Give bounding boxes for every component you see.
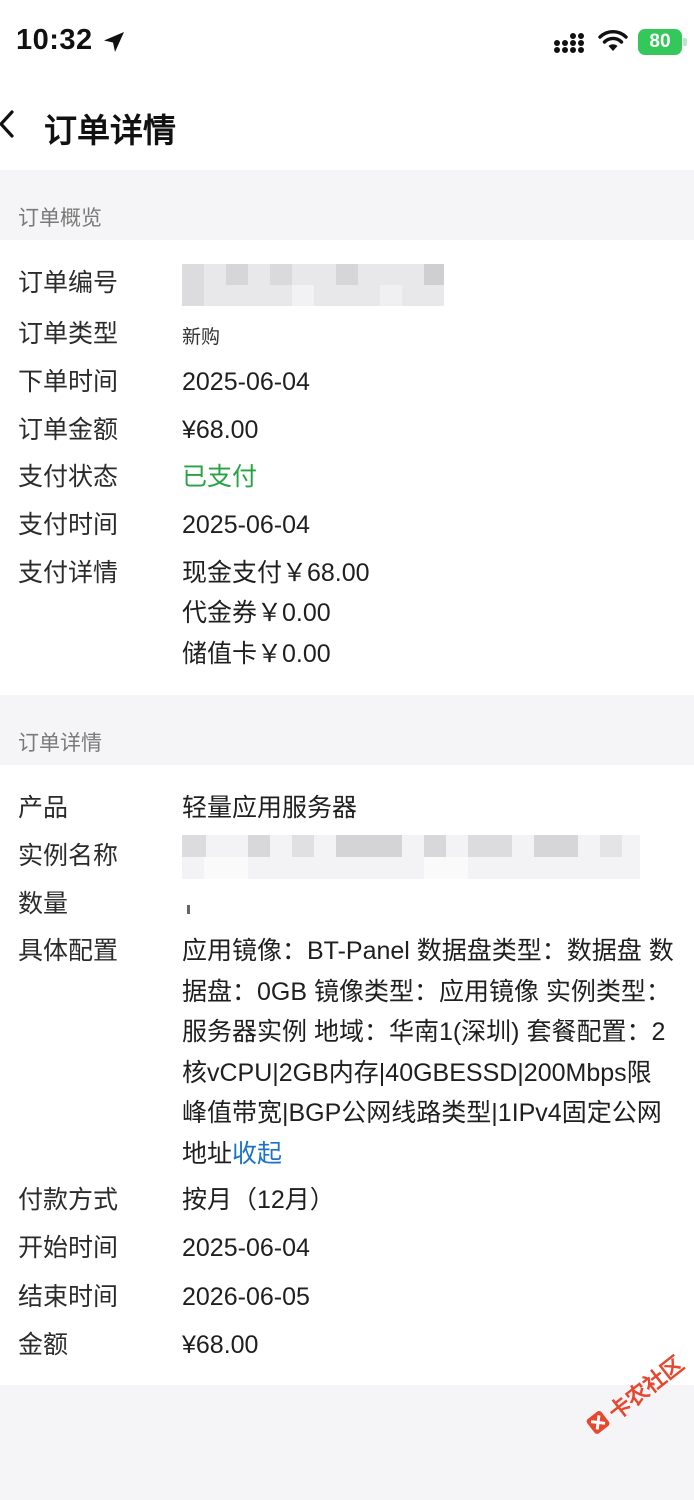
config-label: 具体配置 bbox=[18, 937, 119, 965]
quantity-label: 数量 bbox=[18, 890, 69, 918]
billing-method-value: 按月（12月） bbox=[182, 1186, 335, 1214]
overview-card: 订单编号 订单类型 新购 下单时间 2025-06-04 订单金额 ¥68.00… bbox=[0, 240, 694, 695]
instance-name-label: 实例名称 bbox=[18, 842, 119, 870]
order-time-value: 2025-06-04 bbox=[182, 368, 310, 396]
section-header-overview-text: 订单概览 bbox=[18, 207, 102, 230]
amount-label: 金额 bbox=[18, 1331, 69, 1359]
instance-name-redacted bbox=[182, 835, 640, 879]
end-time-value: 2026-06-05 bbox=[182, 1283, 310, 1311]
status-time: 10:32 bbox=[16, 24, 93, 56]
payment-voucher-value: 代金券￥0.00 bbox=[182, 599, 331, 627]
details-card: 产品 轻量应用服务器 实例名称 数量 具体配置 应用镜像：BT-Panel 数据… bbox=[0, 765, 694, 1385]
payment-detail-label: 支付详情 bbox=[18, 559, 119, 587]
order-amount-label: 订单金额 bbox=[18, 416, 119, 444]
section-header-details: 订单详情 bbox=[0, 695, 694, 765]
quantity-value-mark bbox=[187, 905, 190, 914]
battery-level: 80 bbox=[649, 31, 671, 52]
collapse-link[interactable]: 收起 bbox=[232, 1140, 282, 1168]
status-bar: 10:32 80 bbox=[0, 0, 694, 84]
section-header-details-text: 订单详情 bbox=[18, 732, 102, 755]
start-time-value: 2025-06-04 bbox=[182, 1234, 310, 1262]
order-number-label: 订单编号 bbox=[18, 269, 119, 297]
amount-value: ¥68.00 bbox=[182, 1331, 259, 1359]
payment-time-value: 2025-06-04 bbox=[182, 511, 310, 539]
product-label: 产品 bbox=[18, 794, 69, 822]
start-time-label: 开始时间 bbox=[18, 1234, 119, 1262]
order-type-value: 新购 bbox=[182, 327, 221, 348]
order-detail-page: 10:32 80 订单详情 订单概览 订单编号 订单类型 新购 下单时间 202… bbox=[0, 0, 694, 1500]
section-header-overview: 订单概览 bbox=[0, 170, 694, 240]
payment-stored-card-value: 储值卡￥0.00 bbox=[182, 640, 331, 668]
billing-method-label: 付款方式 bbox=[18, 1186, 119, 1214]
battery-cap bbox=[683, 38, 687, 46]
order-type-label: 订单类型 bbox=[18, 320, 119, 348]
product-value: 轻量应用服务器 bbox=[182, 794, 358, 822]
cellular-signal-icon bbox=[554, 33, 584, 53]
order-number-redacted bbox=[182, 264, 444, 306]
back-chevron-icon[interactable] bbox=[0, 108, 22, 140]
battery-indicator: 80 bbox=[638, 29, 687, 55]
payment-time-label: 支付时间 bbox=[18, 511, 119, 539]
payment-status-label: 支付状态 bbox=[18, 463, 119, 491]
location-arrow-icon bbox=[104, 32, 124, 52]
page-title: 订单详情 bbox=[44, 112, 176, 149]
payment-cash-value: 现金支付￥68.00 bbox=[182, 559, 370, 587]
order-time-label: 下单时间 bbox=[18, 368, 119, 396]
config-text: 应用镜像：BT-Panel 数据盘类型：数据盘 数据盘：0GB 镜像类型：应用镜… bbox=[182, 937, 674, 1168]
config-value: 应用镜像：BT-Panel 数据盘类型：数据盘 数据盘：0GB 镜像类型：应用镜… bbox=[182, 931, 674, 1174]
wifi-icon bbox=[598, 30, 628, 51]
end-time-label: 结束时间 bbox=[18, 1283, 119, 1311]
payment-status-value: 已支付 bbox=[182, 463, 258, 491]
nav-bar: 订单详情 bbox=[0, 84, 694, 170]
order-amount-value: ¥68.00 bbox=[182, 416, 259, 444]
